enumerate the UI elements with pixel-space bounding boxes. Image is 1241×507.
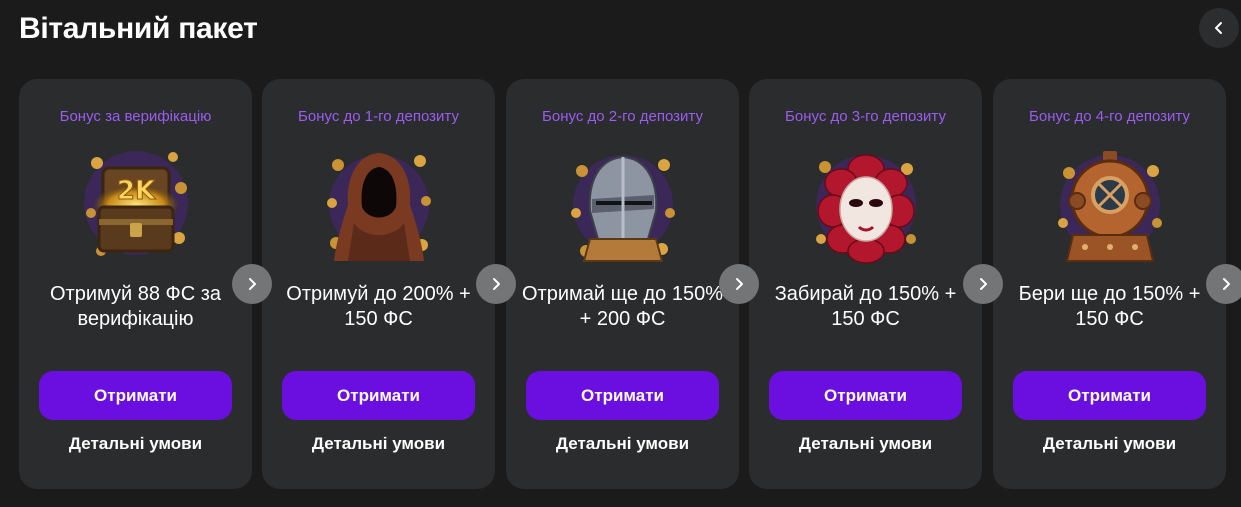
details-link[interactable]: Детальні умови [993, 433, 1226, 455]
details-link[interactable]: Детальні умови [506, 433, 739, 455]
get-bonus-button[interactable]: Отримати [1013, 371, 1206, 420]
svg-text:2K: 2K [117, 176, 156, 206]
get-bonus-button[interactable]: Отримати [769, 371, 962, 420]
bonus-card-deposit-3: Бонус до 3-го депозиту Забирай до 150% +… [749, 79, 982, 489]
card-next-button[interactable] [476, 264, 516, 304]
bonus-card-description: Отримай ще до 150% + 200 ФС [521, 283, 724, 330]
details-link[interactable]: Детальні умови [19, 433, 252, 455]
bonus-carousel: Бонус за верифікацію 2K Отримуй 88 ФС за… [19, 79, 1241, 489]
section-title: Вітальний пакет [19, 12, 258, 45]
get-bonus-button[interactable]: Отримати [282, 371, 475, 420]
card-next-button[interactable] [232, 264, 272, 304]
bonus-card-description: Бери ще до 150% + 150 ФС [1018, 283, 1201, 330]
chevron-right-icon [249, 278, 256, 290]
bonus-card-description: Отримуй 88 ФС за верифікацію [49, 283, 221, 330]
bonus-card-verification: Бонус за верифікацію 2K Отримуй 88 ФС за… [19, 79, 252, 489]
card-next-button[interactable] [963, 264, 1003, 304]
bonus-card-deposit-4: Бонус до 4-го депозиту Бери ще до 150% + [993, 79, 1226, 489]
bonus-card-label: Бонус за верифікацію [59, 108, 212, 125]
venetian-mask-image [811, 143, 921, 268]
welcome-package-section: Вітальний пакет Бонус за верифікацію 2K … [0, 0, 1241, 507]
chevron-right-icon [493, 278, 500, 290]
diving-helmet-image [1055, 143, 1165, 268]
chevron-right-icon [980, 278, 987, 290]
card-next-button[interactable] [719, 264, 759, 304]
bonus-card-description: Забирай до 150% + 150 ФС [774, 283, 957, 330]
details-link[interactable]: Детальні умови [749, 433, 982, 455]
bonus-card-label: Бонус до 4-го депозиту [1029, 108, 1190, 125]
bonus-card-deposit-2: Бонус до 2-го депозиту Отримай ще до 150… [506, 79, 739, 489]
get-bonus-button[interactable]: Отримати [39, 371, 232, 420]
treasure-chest-image: 2K [81, 143, 191, 268]
details-link[interactable]: Детальні умови [262, 433, 495, 455]
carousel-prev-button[interactable] [1199, 8, 1239, 48]
chevron-left-icon [1215, 22, 1222, 34]
bonus-card-deposit-1: Бонус до 1-го депозиту Отримуй до 200% +… [262, 79, 495, 489]
bonus-card-label: Бонус до 1-го депозиту [298, 108, 459, 125]
chevron-right-icon [736, 278, 743, 290]
bonus-card-label: Бонус до 3-го депозиту [785, 108, 946, 125]
bonus-card-label: Бонус до 2-го депозиту [542, 108, 703, 125]
bonus-card-description: Отримуй до 200% + 150 ФС [286, 283, 471, 330]
knight-helmet-image [568, 143, 678, 268]
chevron-right-icon [1223, 278, 1230, 290]
card-next-button[interactable] [1206, 264, 1241, 304]
get-bonus-button[interactable]: Отримати [526, 371, 719, 420]
hooded-figure-image [324, 143, 434, 268]
